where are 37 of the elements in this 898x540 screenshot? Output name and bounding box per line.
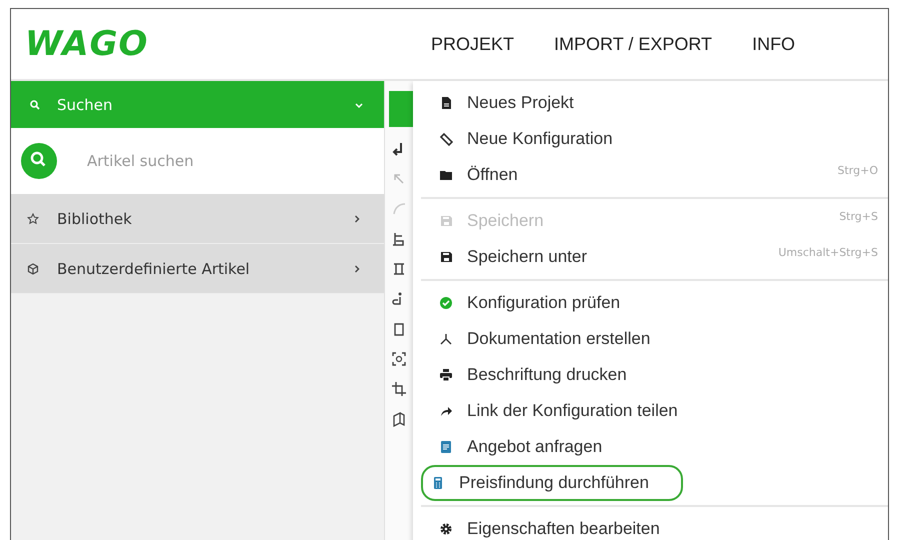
menu-item[interactable]: Beschriftung drucken <box>421 357 888 393</box>
menu-item[interactable]: Neues Projekt <box>421 85 888 121</box>
menu-item[interactable]: Eigenschaften bearbeiten <box>421 511 888 540</box>
share-icon <box>439 404 453 418</box>
terminal-icon[interactable] <box>391 231 407 247</box>
pencil-icon <box>439 132 453 146</box>
menu-item[interactable]: Neue Konfiguration <box>421 121 888 157</box>
folder-icon <box>439 168 453 182</box>
menu-item[interactable]: Angebot anfragen <box>421 429 888 465</box>
menu-item[interactable]: Preisfindung durchführen <box>421 465 683 501</box>
star-icon <box>27 212 39 224</box>
printer-icon <box>439 368 453 382</box>
menu-item[interactable]: Link der Konfiguration teilen <box>421 393 888 429</box>
section-title: Suchen <box>57 96 114 114</box>
menu-item[interactable]: Konfiguration prüfen <box>421 285 888 321</box>
search-button[interactable] <box>21 143 57 179</box>
wago-logo: WAGO <box>24 24 150 64</box>
menu-item[interactable]: Speichern unter Umschalt+Strg+S <box>421 239 888 275</box>
rail-icon[interactable] <box>391 261 407 277</box>
frame-icon[interactable] <box>391 351 407 367</box>
doc-icon <box>439 440 453 454</box>
cube-icon <box>27 262 39 274</box>
chevron-icon <box>352 214 362 224</box>
menu-item[interactable]: Dokumentation erstellen <box>421 321 888 357</box>
file-icon <box>439 96 453 110</box>
sidebar-item[interactable]: Bibliothek <box>11 194 384 244</box>
search-icon <box>29 98 41 110</box>
calc-icon <box>431 476 445 490</box>
nav-menu-item[interactable]: PROJEKT <box>431 34 514 54</box>
crop-icon[interactable] <box>391 381 407 397</box>
menu-item[interactable]: Öffnen Strg+O <box>421 157 888 193</box>
sidebar-item[interactable]: Benutzerdefinierte Artikel <box>11 244 384 294</box>
chevron-icon <box>352 264 362 274</box>
gear-icon <box>439 522 453 536</box>
nav-menu-item[interactable]: INFO <box>752 34 796 54</box>
check-icon <box>439 296 453 310</box>
nav-menu-item[interactable]: IMPORT / EXPORT <box>554 34 712 54</box>
